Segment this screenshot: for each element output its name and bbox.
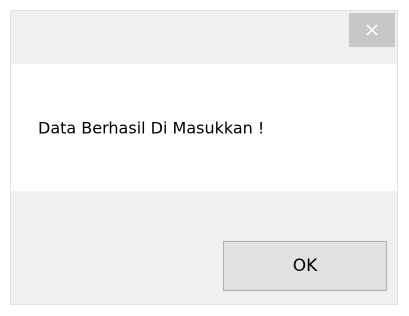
close-icon — [366, 24, 378, 36]
dialog-footer: OK — [11, 191, 397, 304]
dialog-content: Data Berhasil Di Masukkan ! — [11, 64, 397, 191]
dialog-titlebar[interactable] — [11, 11, 397, 64]
ok-button[interactable]: OK — [223, 241, 387, 291]
message-dialog: Data Berhasil Di Masukkan ! OK — [10, 10, 398, 305]
close-button[interactable] — [349, 13, 395, 47]
dialog-message: Data Berhasil Di Masukkan ! — [38, 118, 265, 137]
